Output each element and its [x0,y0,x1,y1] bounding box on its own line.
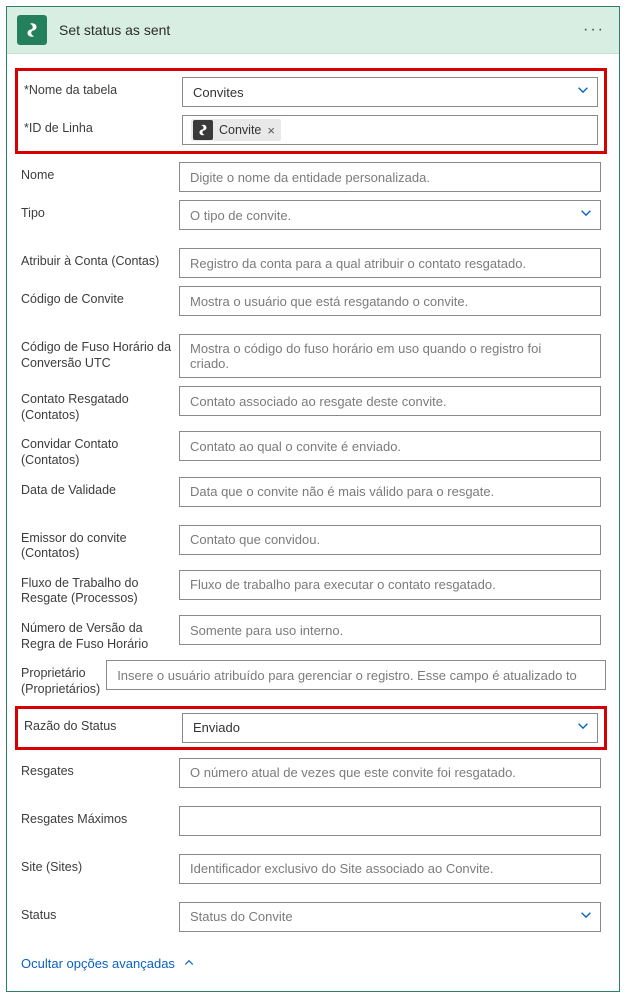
label-fluxo: Fluxo de Trabalho do Resgate (Processos) [21,570,179,607]
hide-advanced-options-toggle[interactable]: Ocultar opções avançadas [21,956,195,971]
table-name-dropdown[interactable]: Convites [182,77,598,107]
validade-input[interactable]: Data que o convite não é mais válido par… [179,477,601,507]
codigo-input[interactable]: Mostra o usuário que está resgatando o c… [179,286,601,316]
label-site: Site (Sites) [21,854,179,876]
row-id-input[interactable]: Convite × [182,115,598,145]
label-status: Status [21,902,179,924]
card-body: *Nome da tabela Convites *ID de Linha [7,54,619,991]
nome-input[interactable]: Digite o nome da entidade personalizada. [179,162,601,192]
site-input[interactable]: Identificador exclusivo do Site associad… [179,854,601,884]
row-id-chip[interactable]: Convite × [191,119,281,141]
dataverse-icon [17,15,47,45]
label-atribuir: Atribuir à Conta (Contas) [21,248,179,270]
atribuir-input[interactable]: Registro da conta para a qual atribuir o… [179,248,601,278]
label-versao: Número de Versão da Regra de Fuso Horári… [21,615,179,652]
card-menu-button[interactable]: ··· [579,21,609,39]
label-table-name: *Nome da tabela [24,77,182,99]
card-header[interactable]: Set status as sent ··· [7,7,619,54]
razao-dropdown[interactable]: Enviado [182,713,598,743]
chip-remove-icon[interactable]: × [267,123,275,138]
action-card: Set status as sent ··· *Nome da tabela C… [6,6,620,992]
label-tipo: Tipo [21,200,179,222]
label-fuso: Código de Fuso Horário da Conversão UTC [21,334,179,371]
label-validade: Data de Validade [21,477,179,499]
label-nome: Nome [21,162,179,184]
card-title: Set status as sent [59,22,579,38]
chevron-up-icon [183,957,195,969]
emissor-input[interactable]: Contato que convidou. [179,525,601,555]
label-emissor: Emissor do convite (Contatos) [21,525,179,562]
convidar-input[interactable]: Contato ao qual o convite é enviado. [179,431,601,461]
label-prop: Proprietário (Proprietários) [21,660,106,697]
prop-input[interactable]: Insere o usuário atribuído para gerencia… [106,660,606,690]
status-dropdown[interactable]: Status do Convite [179,902,601,932]
label-resgates: Resgates [21,758,179,780]
label-contato-res: Contato Resgatado (Contatos) [21,386,179,423]
label-row-id: *ID de Linha [24,115,182,137]
label-codigo: Código de Convite [21,286,179,308]
versao-input[interactable]: Somente para uso interno. [179,615,601,645]
label-convidar: Convidar Contato (Contatos) [21,431,179,468]
fuso-input[interactable]: Mostra o código do fuso horário em uso q… [179,334,601,378]
dataverse-chip-icon [193,120,213,140]
label-razao: Razão do Status [24,713,182,735]
tipo-dropdown[interactable]: O tipo de convite. [179,200,601,230]
resgates-input[interactable]: O número atual de vezes que este convite… [179,758,601,788]
fluxo-input[interactable]: Fluxo de trabalho para executar o contat… [179,570,601,600]
contato-res-input[interactable]: Contato associado ao resgate deste convi… [179,386,601,416]
highlight-box-1: *Nome da tabela Convites *ID de Linha [15,68,607,154]
highlight-box-2: Razão do Status Enviado [15,706,607,750]
resgates-max-input[interactable] [179,806,601,836]
